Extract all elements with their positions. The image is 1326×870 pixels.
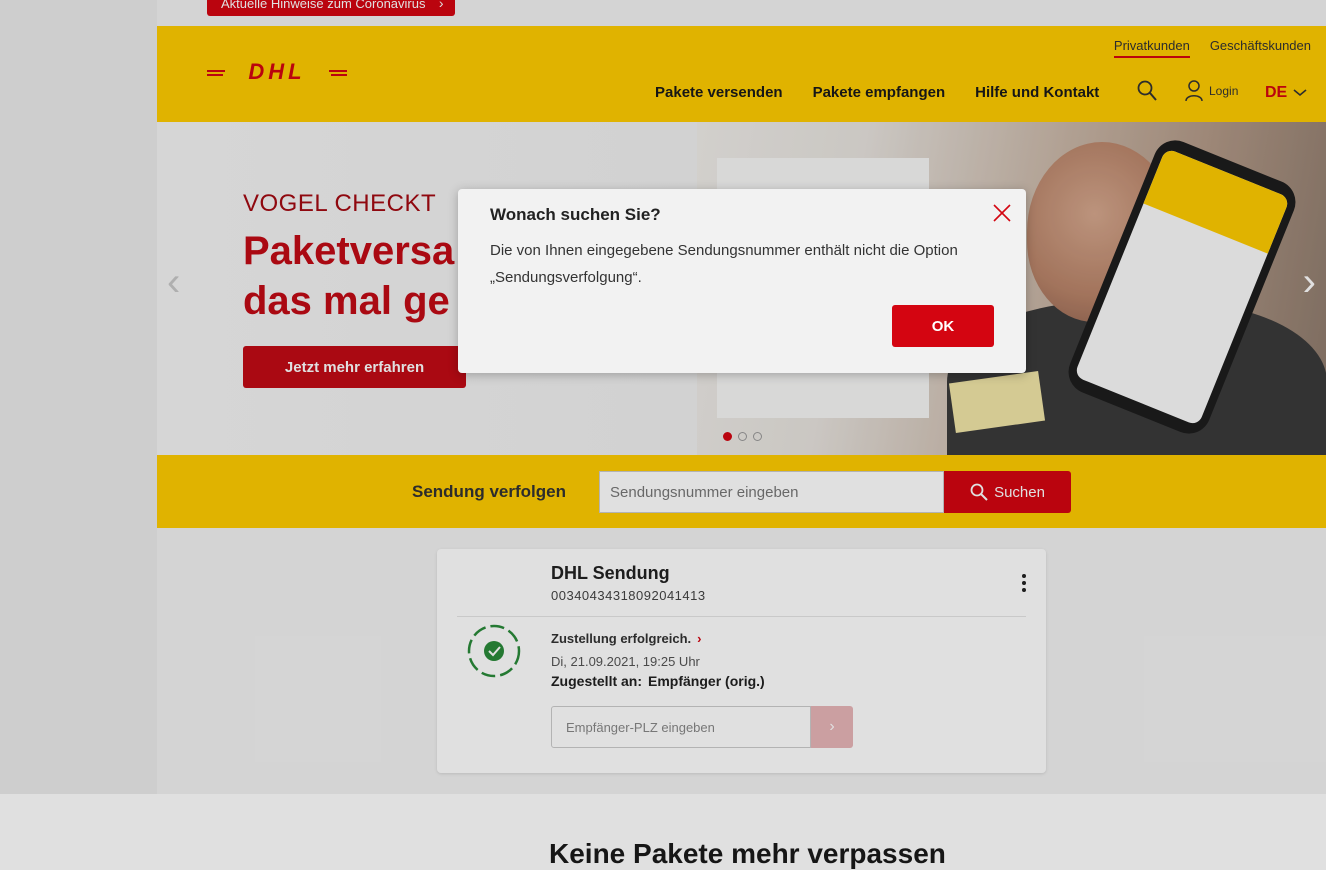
- close-icon[interactable]: [992, 203, 1012, 223]
- search-error-dialog: Wonach suchen Sie? Die von Ihnen eingege…: [458, 189, 1026, 373]
- dialog-message: Die von Ihnen eingegebene Sendungsnummer…: [490, 242, 958, 286]
- dialog-ok-button[interactable]: OK: [892, 305, 994, 347]
- modal-overlay[interactable]: [0, 0, 1326, 870]
- dialog-title: Wonach suchen Sie?: [490, 205, 661, 224]
